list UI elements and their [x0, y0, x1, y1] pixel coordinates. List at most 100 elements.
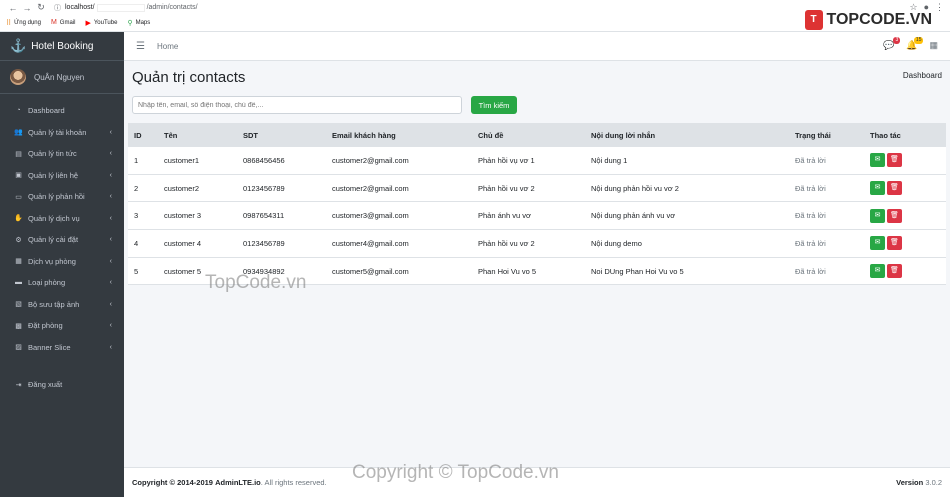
search-input[interactable] — [132, 96, 462, 114]
reply-button[interactable]: ✉ — [870, 153, 885, 168]
chevron-left-icon: ‹ — [109, 214, 112, 222]
bookmark-apps[interactable]: ⠿ Ứng dụng — [6, 19, 41, 27]
sidebar-item-settings[interactable]: ⚙ Quản lý cài đặt ‹ — [0, 229, 124, 251]
brand-link[interactable]: ⚓ Hotel Booking — [0, 32, 124, 61]
row-actions: ✉ 🗑 — [864, 264, 946, 279]
cogs-icon: ⚙ — [15, 236, 22, 244]
watermark-bottom: Copyright © TopCode.vn — [352, 462, 559, 483]
page-title: Quản trị contacts — [132, 69, 246, 86]
image-icon: ▨ — [15, 344, 22, 352]
messages-badge: 3 — [893, 37, 901, 44]
table-header: ID Tên SDT Email khách hàng Chủ đề Nội d… — [128, 123, 946, 147]
url-path: /admin/contacts/ — [146, 4, 198, 11]
messages-button[interactable]: 💬 3 — [883, 37, 901, 51]
header-email: Email khách hàng — [332, 130, 396, 140]
bookmark-maps[interactable]: ⚲ Maps — [127, 19, 150, 27]
chevron-left-icon: ‹ — [109, 150, 112, 158]
hamburger-icon[interactable]: ☰ — [136, 41, 145, 52]
sidebar-item-logout[interactable]: ⇥ Đăng xuất — [0, 374, 124, 396]
reply-button[interactable]: ✉ — [870, 181, 885, 196]
notifications-badge: 15 — [913, 37, 924, 44]
newspaper-icon: ▤ — [15, 150, 22, 158]
dashboard-icon: ◔ — [16, 107, 21, 115]
table-row: 1 customer1 0868456456 customer2@gmail.c… — [128, 147, 946, 175]
header-subject: Chủ đề — [478, 130, 504, 140]
youtube-icon: ▶ — [85, 19, 91, 27]
breadcrumb[interactable]: Dashboard — [903, 71, 942, 80]
grid-icon[interactable]: ▦ — [929, 40, 938, 51]
sidebar-item-services[interactable]: ✋ Quản lý dịch vụ ‹ — [0, 208, 124, 230]
address-bar[interactable]: ⓘ localhost/ /admin/contacts/ — [54, 2, 484, 13]
back-icon[interactable]: ← — [6, 3, 20, 13]
footer-brand-link[interactable]: AdminLTE.io — [215, 478, 261, 487]
sidebar-item-feedback[interactable]: ▭ Quản lý phản hồi ‹ — [0, 186, 124, 208]
contact-icon: ▣ — [15, 172, 22, 180]
sidebar-menu: ◔ Dashboard 👥 Quản lý tài khoản ‹ ▤ Quản lý … — [0, 100, 124, 396]
gmail-icon: M — [50, 19, 57, 26]
bookmark-youtube[interactable]: ▶ YouTube — [85, 19, 117, 27]
url-host: localhost/ — [65, 4, 95, 11]
search-button[interactable]: Tìm kiếm — [471, 96, 517, 114]
sidebar-item-dashboard[interactable]: ◔ Dashboard — [0, 100, 124, 122]
chevron-left-icon: ‹ — [109, 300, 112, 308]
sidebar-item-room-services[interactable]: ▦ Dịch vụ phòng ‹ — [0, 251, 124, 273]
sidebar: ⚓ Hotel Booking QuÂn Nguyen ◔ Dashboard 👥… — [0, 32, 124, 497]
bookmark-gmail[interactable]: M Gmail — [51, 19, 76, 26]
footer-rights: . All rights reserved. — [260, 478, 327, 487]
reply-button[interactable]: ✉ — [870, 208, 885, 223]
chevron-left-icon: ‹ — [109, 322, 112, 330]
maps-icon: ⚲ — [127, 19, 133, 27]
avatar — [10, 69, 26, 85]
chevron-left-icon: ‹ — [109, 236, 112, 244]
chevron-left-icon: ‹ — [109, 279, 112, 287]
header-message: Nội dung lời nhắn — [591, 130, 656, 140]
footer-copyright: Copyright © 2014-2019 — [132, 478, 213, 487]
file-icon: ▦ — [15, 258, 22, 266]
header-status: Trạng thái — [795, 130, 831, 140]
chevron-left-icon: ‹ — [109, 128, 112, 136]
table-row: 2 customer2 0123456789 customer2@gmail.c… — [128, 174, 946, 203]
users-icon: 👥 — [14, 129, 23, 137]
sidebar-item-banner[interactable]: ▨ Banner Slice ‹ — [0, 337, 124, 359]
menu-dots-icon[interactable]: ⋮ — [935, 2, 944, 13]
reply-button[interactable]: ✉ — [870, 264, 885, 279]
delete-button[interactable]: 🗑 — [887, 264, 902, 279]
delete-button[interactable]: 🗑 — [887, 181, 902, 196]
user-panel[interactable]: QuÂn Nguyen — [0, 61, 124, 94]
row-actions: ✉ 🗑 — [864, 236, 946, 251]
topcode-logo-watermark: T TOPCODE.VN — [804, 10, 932, 30]
comment-icon: ▭ — [15, 193, 22, 201]
main-content: Quản trị contacts Dashboard Tìm kiếm ID … — [124, 61, 950, 467]
sidebar-item-accounts[interactable]: 👥 Quản lý tài khoản ‹ — [0, 122, 124, 144]
sidebar-item-bookings[interactable]: ▩ Đặt phòng ‹ — [0, 315, 124, 337]
chevron-left-icon: ‹ — [109, 193, 112, 201]
reply-button[interactable]: ✉ — [870, 236, 885, 251]
handshake-icon: ✋ — [14, 215, 23, 223]
row-actions: ✉ 🗑 — [864, 208, 946, 223]
table-row: 4 customer 4 0123456789 customer4@gmail.… — [128, 230, 946, 258]
table-row: 3 customer 3 0987654311 customer3@gmail.… — [128, 202, 946, 231]
info-icon: ⓘ — [54, 4, 61, 12]
delete-button[interactable]: 🗑 — [887, 236, 902, 251]
header-actions: Thao tác — [870, 130, 901, 140]
reload-icon[interactable]: ↻ — [34, 2, 48, 13]
row-actions: ✉ 🗑 — [864, 153, 946, 168]
notifications-button[interactable]: 🔔 15 — [906, 37, 924, 51]
calendar-icon: ▩ — [15, 322, 22, 330]
header-name: Tên — [164, 130, 178, 140]
top-navbar: ☰ Home 💬 3 🔔 15 ▦ — [124, 32, 950, 61]
images-icon: ▧ — [15, 301, 22, 309]
delete-button[interactable]: 🗑 — [887, 153, 902, 168]
chevron-left-icon: ‹ — [109, 257, 112, 265]
sidebar-item-room-types[interactable]: ▬ Loại phòng ‹ — [0, 272, 124, 294]
header-id: ID — [134, 130, 142, 140]
delete-button[interactable]: 🗑 — [887, 208, 902, 223]
sidebar-item-news[interactable]: ▤ Quản lý tin tức ‹ — [0, 143, 124, 165]
sidebar-item-contacts[interactable]: ▣ Quản lý liên hệ ‹ — [0, 165, 124, 187]
chevron-left-icon: ‹ — [109, 343, 112, 351]
home-link[interactable]: Home — [157, 42, 178, 51]
chevron-left-icon: ‹ — [109, 171, 112, 179]
sidebar-item-gallery[interactable]: ▧ Bộ sưu tập ảnh ‹ — [0, 294, 124, 316]
forward-icon[interactable]: → — [20, 3, 34, 13]
apps-icon: ⠿ — [6, 19, 12, 27]
